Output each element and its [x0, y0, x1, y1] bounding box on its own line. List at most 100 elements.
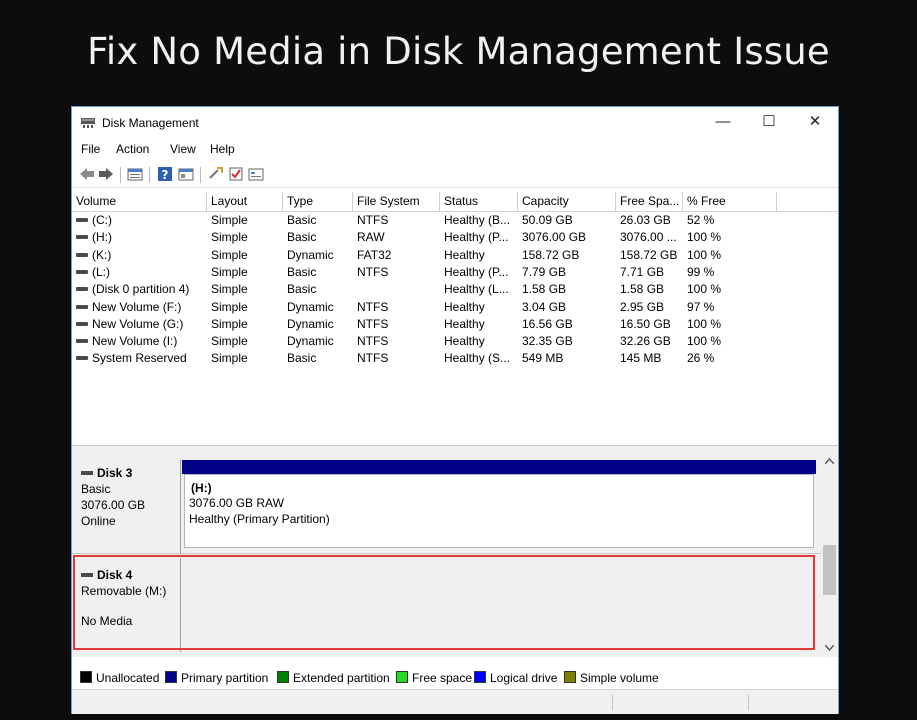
cell-type: Dynamic	[283, 316, 353, 333]
cell-status: Healthy	[440, 247, 518, 264]
cell-type: Basic	[283, 264, 353, 281]
volume-row[interactable]: New Volume (G:) Simple Dynamic NTFS Healthy 1…	[72, 316, 838, 333]
cell-file-system: NTFS	[353, 333, 440, 350]
volume-row[interactable]: New Volume (I:) Simple Dynamic NTFS Healthy 3…	[72, 333, 838, 350]
vertical-scrollbar[interactable]	[821, 452, 838, 657]
cell-volume: New Volume (I:)	[72, 333, 207, 350]
cell-volume: (Disk 0 partition 4)	[72, 281, 207, 298]
status-divider	[612, 694, 613, 710]
column-header-status[interactable]: Status	[440, 192, 518, 211]
legend-primary-partition: Primary partition	[165, 671, 268, 685]
back-arrow-icon[interactable]	[79, 166, 95, 182]
cell-text: 549 MB	[522, 351, 564, 366]
cell-type: Basic	[283, 281, 353, 298]
menu-view[interactable]: View	[170, 142, 196, 156]
properties-icon[interactable]	[178, 166, 194, 182]
disk-list-icon[interactable]	[127, 166, 143, 182]
partition-status: Healthy (Primary Partition)	[189, 512, 330, 526]
cell-text: 100 %	[687, 334, 722, 349]
volume-list: Volume Layout Type File System Status Ca…	[72, 192, 838, 445]
cell-volume: (C:)	[72, 212, 207, 229]
rescan-icon[interactable]	[208, 166, 224, 182]
scroll-up-arrow-icon[interactable]	[825, 458, 834, 464]
help-icon[interactable]: ?	[157, 166, 173, 182]
cell-layout: Simple	[207, 212, 283, 229]
cell-text: 100 %	[687, 316, 722, 331]
status-divider	[748, 694, 749, 710]
disk3-info[interactable]: Disk 3 Basic 3076.00 GB Online	[81, 465, 145, 529]
volume-icon	[76, 218, 88, 222]
toolbar: ?	[72, 161, 838, 188]
legend-swatch	[564, 671, 576, 683]
cell-layout: Simple	[207, 281, 283, 298]
toolbar-separator	[149, 167, 150, 183]
cell-text: NTFS	[357, 213, 389, 227]
cell-text: 3.04 GB	[522, 299, 567, 314]
legend-swatch	[396, 671, 408, 683]
cell-text: Healthy (L...	[444, 282, 509, 297]
column-header-percent-free[interactable]: % Free	[683, 192, 777, 211]
disk3-state: Online	[81, 514, 116, 528]
cell-status: Healthy (S...	[440, 350, 518, 367]
cell-text: 2.95 GB	[620, 299, 665, 314]
scroll-thumb[interactable]	[823, 545, 836, 595]
forward-arrow-icon[interactable]	[98, 166, 114, 182]
cell-text: Simple	[211, 316, 248, 331]
disk3-partition-h[interactable]: (H:) 3076.00 GB RAW Healthy (Primary Par…	[184, 474, 814, 548]
cell-volume: New Volume (G:)	[72, 316, 207, 333]
cell-file-system: NTFS	[353, 350, 440, 367]
column-header-volume[interactable]: Volume	[72, 192, 207, 211]
volume-row[interactable]: (Disk 0 partition 4) Simple Basic Healthy (…	[72, 281, 838, 298]
cell-volume: (H:)	[72, 229, 207, 246]
legend-logical-drive: Logical drive	[474, 671, 557, 685]
cell-capacity: 1.58 GB	[518, 281, 616, 298]
legend-simple-volume: Simple volume	[564, 671, 659, 685]
volume-row[interactable]: (L:) Simple Basic NTFS Healthy (P... 7.79 GB 7…	[72, 264, 838, 281]
volume-row[interactable]: (K:) Simple Dynamic FAT32 Healthy 158.72 GB 15…	[72, 247, 838, 264]
cell-percent-free: 52 %	[683, 212, 777, 229]
cell-volume: New Volume (F:)	[72, 299, 207, 316]
legend-bar: Unallocated Primary partition Extended p…	[72, 665, 838, 689]
cell-layout: Simple	[207, 299, 283, 316]
cell-free-space: 3076.00 ...	[616, 229, 683, 246]
cell-free-space: 26.03 GB	[616, 212, 683, 229]
cell-percent-free: 26 %	[683, 350, 777, 367]
title-bar: Disk Management — ☐ ✕	[72, 107, 838, 139]
disk-icon	[81, 471, 93, 475]
cell-text: (L:)	[92, 264, 110, 279]
cell-capacity: 16.56 GB	[518, 316, 616, 333]
volume-row[interactable]: (C:) Simple Basic NTFS Healthy (B... 50.09 GB…	[72, 212, 838, 229]
cell-free-space: 145 MB	[616, 350, 683, 367]
check-icon[interactable]	[228, 166, 244, 182]
volume-row[interactable]: System Reserved Simple Basic NTFS Healthy (S…	[72, 350, 838, 367]
settings-icon[interactable]	[248, 166, 264, 182]
cell-text: NTFS	[357, 316, 389, 331]
cell-percent-free: 97 %	[683, 299, 777, 316]
volume-icon	[76, 304, 88, 309]
volume-row[interactable]: (H:) Simple Basic RAW Healthy (P... 3076.00 G…	[72, 229, 838, 246]
column-header-file-system[interactable]: File System	[353, 192, 440, 211]
disk-separator	[72, 553, 821, 554]
cell-text: NTFS	[357, 334, 389, 349]
cell-text: Healthy (P...	[444, 230, 509, 245]
scroll-down-arrow-icon[interactable]	[825, 645, 834, 651]
column-header-type[interactable]: Type	[283, 192, 353, 211]
cell-text: 99 %	[687, 264, 715, 279]
cell-text: 1.58 GB	[522, 282, 567, 297]
column-header-free-space[interactable]: Free Spa...	[616, 192, 683, 211]
menu-help[interactable]: Help	[210, 142, 235, 156]
volume-icon	[76, 356, 88, 361]
menu-file[interactable]: File	[81, 142, 100, 156]
cell-free-space: 158.72 GB	[616, 247, 683, 264]
minimize-button[interactable]: —	[700, 107, 746, 139]
disk-management-window: Disk Management — ☐ ✕ File Action View H…	[71, 106, 839, 714]
cell-text: New Volume (G:)	[92, 316, 184, 331]
maximize-button[interactable]: ☐	[746, 107, 792, 139]
cell-text: (Disk 0 partition 4)	[92, 282, 190, 297]
menu-action[interactable]: Action	[116, 142, 149, 156]
column-header-capacity[interactable]: Capacity	[518, 192, 616, 211]
volume-row[interactable]: New Volume (F:) Simple Dynamic NTFS Healthy 3…	[72, 299, 838, 316]
column-header-layout[interactable]: Layout	[207, 192, 283, 211]
cell-file-system	[353, 281, 440, 298]
close-button[interactable]: ✕	[792, 107, 838, 139]
